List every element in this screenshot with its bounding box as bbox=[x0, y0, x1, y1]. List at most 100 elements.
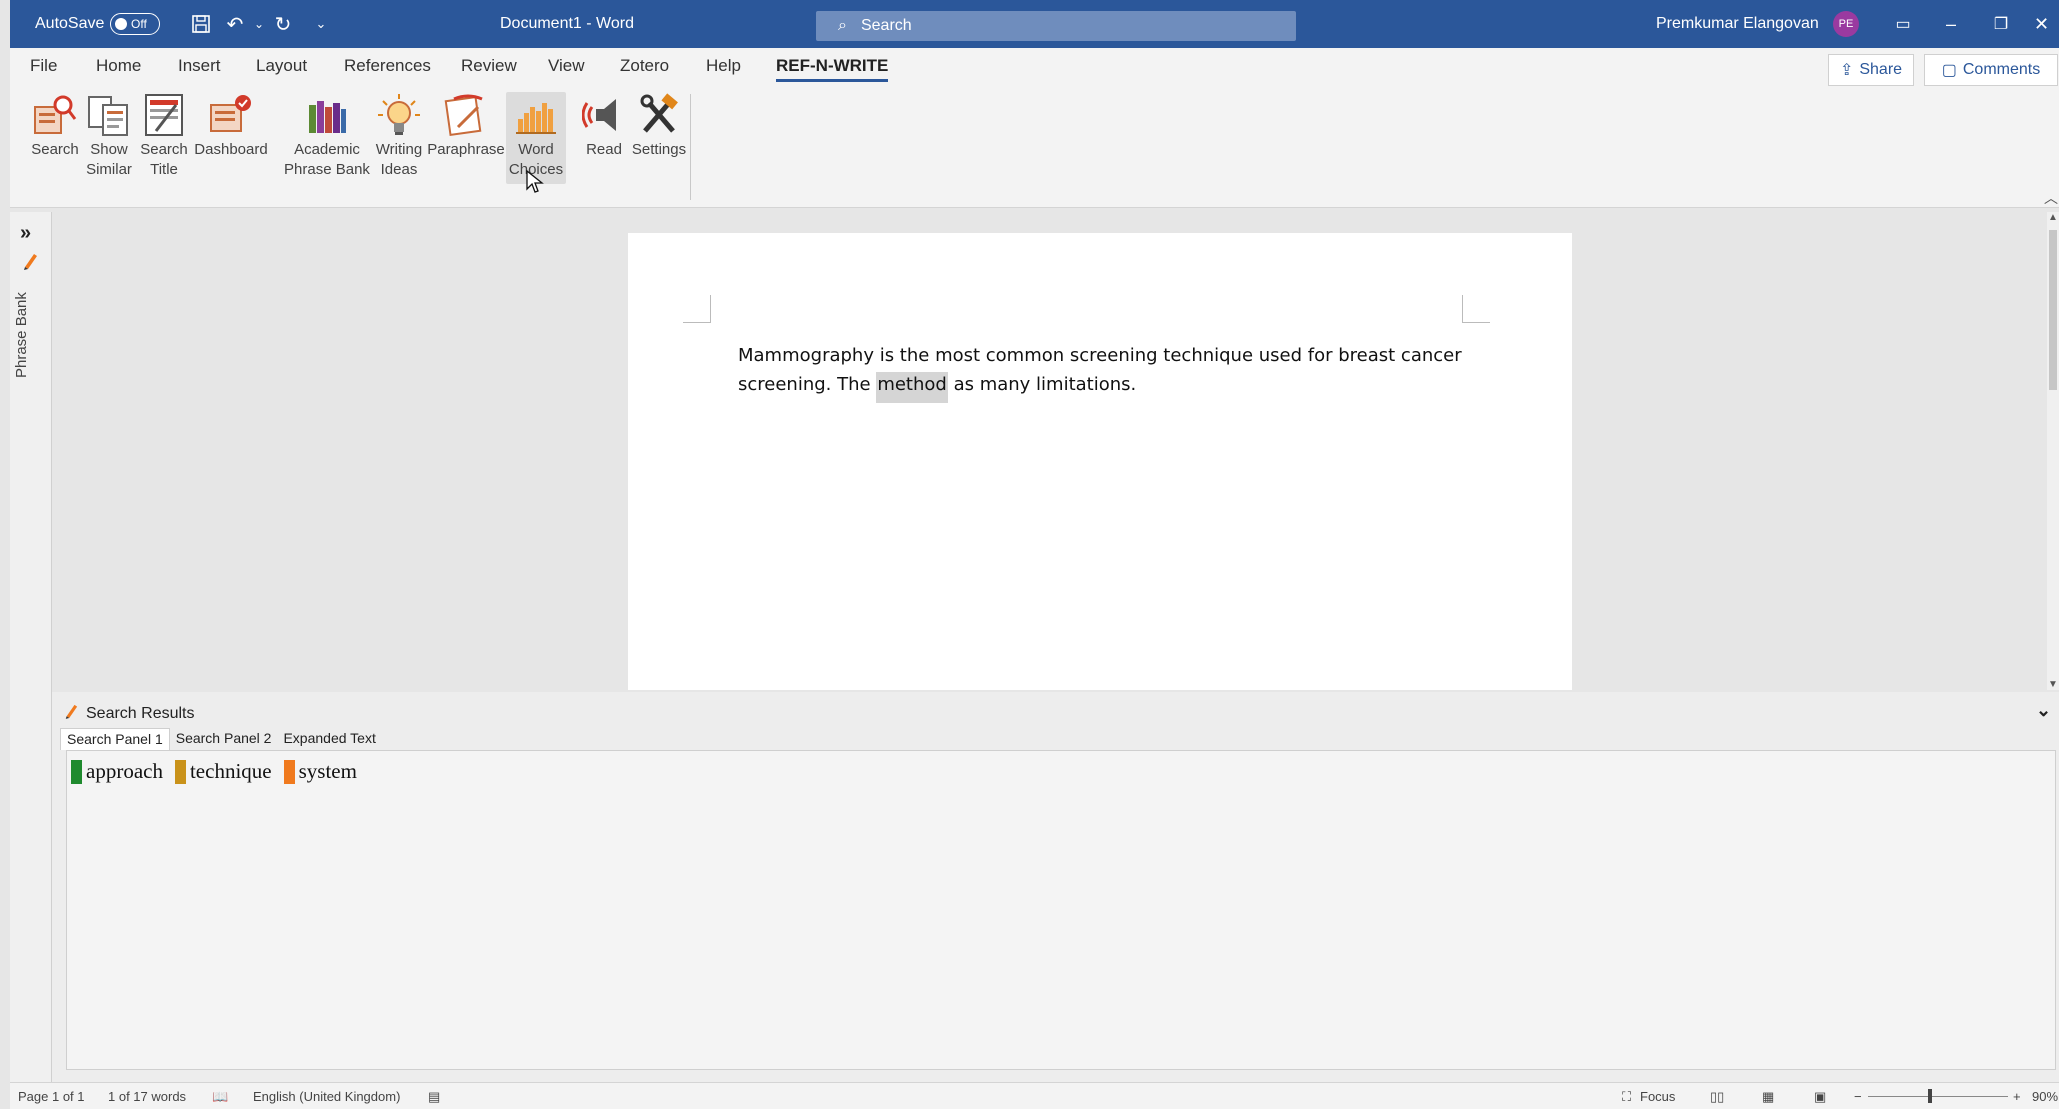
toggle-knob bbox=[115, 18, 127, 30]
tab-search-panel-2[interactable]: Search Panel 2 bbox=[170, 728, 278, 750]
tab-search-panel-1[interactable]: Search Panel 1 bbox=[60, 728, 170, 750]
avatar[interactable]: PE bbox=[1833, 11, 1859, 37]
color-marker bbox=[71, 759, 82, 784]
collapse-results-icon[interactable]: ⌄ bbox=[2036, 700, 2051, 721]
tab-layout[interactable]: Layout bbox=[256, 56, 307, 82]
print-layout-icon[interactable]: ▦ bbox=[1762, 1089, 1774, 1105]
tab-insert[interactable]: Insert bbox=[178, 56, 221, 82]
lightbulb-icon bbox=[377, 92, 421, 138]
share-label: Share bbox=[1859, 61, 1903, 78]
suggestion-approach[interactable]: approach bbox=[71, 759, 163, 784]
document-page[interactable]: Mammography is the most common screening… bbox=[628, 233, 1572, 690]
search-box[interactable]: ⌕ Search bbox=[816, 11, 1296, 41]
search-title-label-2: Title bbox=[150, 161, 178, 178]
collapse-ribbon-icon[interactable]: ︿ bbox=[2044, 188, 2058, 208]
save-icon[interactable] bbox=[186, 0, 216, 48]
user-name[interactable]: Premkumar Elangovan bbox=[1656, 0, 1819, 48]
zoom-in-button[interactable]: + bbox=[2013, 1089, 2021, 1104]
search-results-pane: Search Results ⌄ Search Panel 1 Search P… bbox=[52, 692, 2059, 1082]
redo-icon[interactable]: ↻ bbox=[268, 0, 298, 48]
suggestion-system[interactable]: system bbox=[283, 759, 357, 784]
search-title-label-1: Search bbox=[140, 141, 188, 158]
autosave-label: AutoSave bbox=[35, 15, 105, 32]
web-layout-icon[interactable]: ▣ bbox=[1814, 1089, 1826, 1105]
page-count[interactable]: Page 1 of 1 bbox=[18, 1089, 85, 1104]
focus-button[interactable]: Focus bbox=[1640, 1089, 1675, 1104]
search-results-header: Search Results bbox=[64, 702, 195, 725]
restore-icon[interactable]: ❐ bbox=[1978, 0, 2024, 48]
comments-button[interactable]: ▢ Comments bbox=[1924, 54, 2058, 86]
vertical-scrollbar[interactable]: ▲ ▼ bbox=[2047, 212, 2059, 690]
show-similar-icon bbox=[87, 92, 131, 138]
close-icon[interactable]: ✕ bbox=[2024, 0, 2059, 48]
document-text[interactable]: Mammography is the most common screening… bbox=[738, 341, 1498, 403]
tab-references[interactable]: References bbox=[344, 56, 431, 82]
tab-zotero[interactable]: Zotero bbox=[620, 56, 669, 82]
proofing-icon[interactable]: 📖 bbox=[212, 1089, 228, 1105]
suggestion-technique[interactable]: technique bbox=[174, 759, 272, 784]
zoom-slider[interactable] bbox=[1868, 1096, 2008, 1097]
pencil-icon bbox=[64, 702, 78, 725]
tab-view[interactable]: View bbox=[548, 56, 585, 82]
search-title-command[interactable]: Search Title bbox=[136, 92, 192, 180]
zoom-out-button[interactable]: − bbox=[1854, 1089, 1862, 1104]
scroll-thumb[interactable] bbox=[2049, 230, 2057, 390]
comment-icon: ▢ bbox=[1941, 62, 1957, 79]
results-tabs: Search Panel 1 Search Panel 2 Expanded T… bbox=[60, 728, 382, 750]
show-similar-label-1: Show bbox=[90, 141, 128, 158]
suggestion-word: approach bbox=[86, 759, 163, 783]
minimize-icon[interactable]: – bbox=[1928, 0, 1974, 48]
customize-qat-icon[interactable]: ⌄ bbox=[306, 0, 336, 48]
books-icon bbox=[305, 92, 349, 138]
results-panel: approach technique system bbox=[66, 750, 2056, 1070]
accessibility-icon[interactable]: ▤ bbox=[428, 1089, 440, 1105]
writing-ideas-label-2: Ideas bbox=[380, 161, 418, 178]
writing-ideas-command[interactable]: Writing Ideas bbox=[370, 92, 428, 180]
paraphrase-label: Paraphrase bbox=[427, 141, 505, 158]
phrase-bank-label[interactable]: Phrase Bank bbox=[13, 278, 30, 378]
tab-home[interactable]: Home bbox=[96, 56, 141, 82]
status-bar: Page 1 of 1 1 of 17 words 📖 English (Uni… bbox=[10, 1082, 2059, 1109]
suggestion-word: technique bbox=[189, 759, 272, 783]
tab-file[interactable]: File bbox=[30, 56, 57, 82]
zoom-level[interactable]: 90% bbox=[2032, 1089, 2058, 1104]
speaker-icon bbox=[582, 92, 626, 138]
word-choices-label-1: Word bbox=[518, 141, 554, 158]
focus-icon: ⛶ bbox=[1622, 1089, 1632, 1104]
search-command[interactable]: Search bbox=[22, 92, 88, 160]
ribbon-display-icon[interactable]: ▭ bbox=[1880, 0, 1926, 48]
search-icon bbox=[33, 92, 77, 138]
scroll-down-icon[interactable]: ▼ bbox=[2047, 679, 2059, 690]
tab-ref-n-write[interactable]: REF-N-WRITE bbox=[776, 56, 889, 82]
crop-mark bbox=[1462, 295, 1490, 323]
document-title: Document1 - Word bbox=[500, 15, 634, 32]
selected-word[interactable]: method bbox=[876, 372, 948, 403]
color-marker bbox=[174, 759, 186, 784]
paraphrase-command[interactable]: Paraphrase bbox=[426, 92, 506, 160]
tab-help[interactable]: Help bbox=[706, 56, 741, 82]
share-button[interactable]: ⇪ Share bbox=[1828, 54, 1914, 86]
pencil-icon bbox=[22, 252, 38, 275]
autosave-toggle[interactable]: Off bbox=[110, 0, 160, 48]
scroll-up-icon[interactable]: ▲ bbox=[2047, 212, 2059, 223]
share-icon: ⇪ bbox=[1839, 62, 1854, 79]
search-results-title: Search Results bbox=[86, 704, 195, 722]
expand-panel-icon[interactable]: » bbox=[20, 222, 31, 245]
tab-review[interactable]: Review bbox=[461, 56, 517, 82]
read-command[interactable]: Read bbox=[574, 92, 634, 160]
crop-mark bbox=[683, 295, 711, 323]
read-label: Read bbox=[586, 141, 622, 158]
dashboard-label: Dashboard bbox=[194, 141, 268, 158]
zoom-slider-thumb[interactable] bbox=[1928, 1089, 1932, 1103]
language[interactable]: English (United Kingdom) bbox=[253, 1089, 400, 1104]
settings-command[interactable]: Settings bbox=[628, 92, 690, 160]
word-count[interactable]: 1 of 17 words bbox=[108, 1089, 186, 1104]
show-similar-command[interactable]: Show Similar bbox=[80, 92, 138, 180]
show-similar-label-2: Similar bbox=[86, 161, 132, 178]
search-title-icon bbox=[142, 92, 186, 138]
ribbon-group-separator bbox=[690, 94, 691, 200]
academic-phrase-bank-command[interactable]: Academic Phrase Bank bbox=[272, 92, 382, 180]
tab-expanded-text[interactable]: Expanded Text bbox=[277, 728, 381, 750]
read-mode-icon[interactable]: ▯▯ bbox=[1710, 1089, 1724, 1105]
dashboard-command[interactable]: Dashboard bbox=[188, 92, 274, 160]
